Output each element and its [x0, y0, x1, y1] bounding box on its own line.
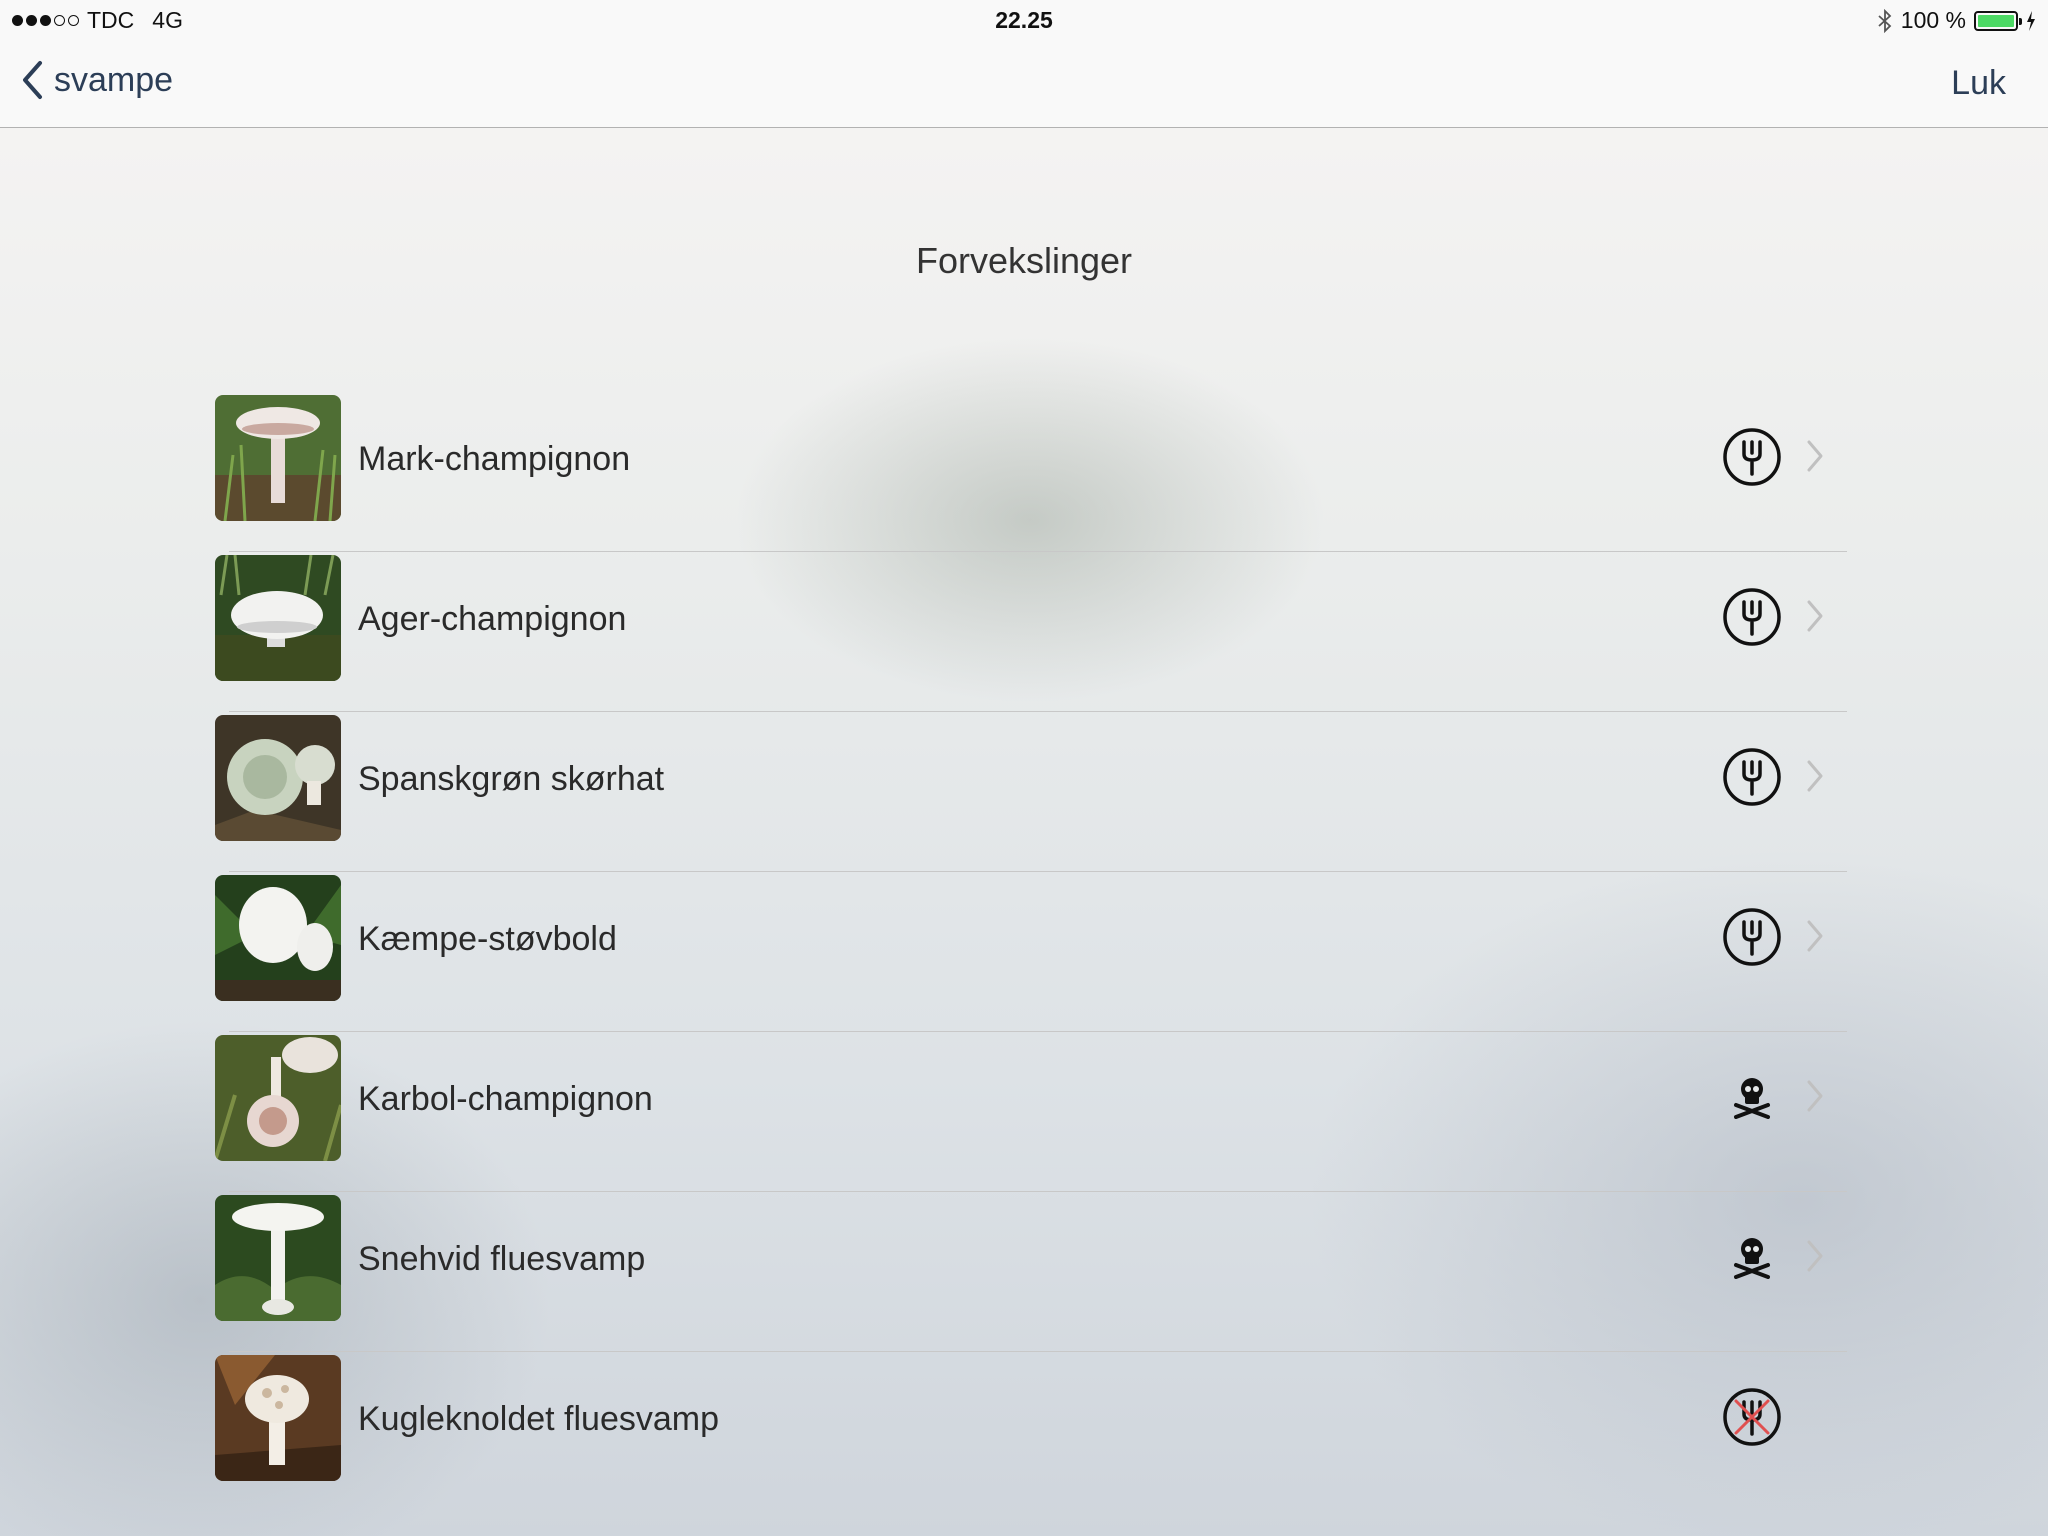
mushroom-photo [215, 875, 341, 1001]
list-item[interactable]: Kæmpe-støvbold [215, 872, 1847, 1032]
list-item[interactable]: Snehvid fluesvamp [215, 1192, 1847, 1352]
mushroom-photo [215, 1355, 341, 1481]
battery-percent: 100 % [1900, 7, 1966, 33]
list-item[interactable]: Mark-champignon [215, 392, 1847, 552]
battery-icon [1974, 10, 2022, 31]
lookalike-list: Mark-champignon Ager-champignon Spanskgr… [215, 392, 1847, 1512]
mushroom-name: Mark-champignon [358, 440, 631, 478]
chevron-right-icon [1807, 1240, 1823, 1272]
page-title: Forvekslinger [915, 240, 1133, 281]
mushroom-name: Ager-champignon [358, 600, 627, 638]
fork-icon [1721, 426, 1783, 488]
list-item[interactable]: Ager-champignon [215, 552, 1847, 712]
skull-crossbones-icon [1721, 1226, 1783, 1288]
mushroom-name: Karbol-champignon [358, 1080, 653, 1118]
mushroom-photo [215, 1035, 341, 1161]
not-edible-icon [1721, 1386, 1783, 1448]
mushroom-photo [215, 555, 341, 681]
navigation-bar: svampe Luk [0, 40, 2048, 128]
status-bar: TDC 4G 22.25 100 % [0, 0, 2048, 40]
list-item[interactable]: Spanskgrøn skørhat [215, 712, 1847, 872]
chevron-left-icon [23, 61, 42, 99]
mushroom-photo [215, 395, 341, 521]
bluetooth-icon [1878, 8, 1892, 33]
mushroom-photo [215, 1195, 341, 1321]
skull-crossbones-icon [1721, 1066, 1783, 1128]
fork-icon [1721, 746, 1783, 808]
mushroom-name: Snehvid fluesvamp [358, 1240, 646, 1278]
mushroom-name: Spanskgrøn skørhat [358, 760, 665, 798]
chevron-right-icon [1807, 760, 1823, 792]
list-item[interactable]: Kugleknoldet fluesvamp [215, 1352, 1847, 1512]
chevron-right-icon [1807, 1080, 1823, 1112]
chevron-right-icon [1807, 600, 1823, 632]
mushroom-name: Kugleknoldet fluesvamp [358, 1400, 720, 1438]
mushroom-photo [215, 715, 341, 841]
back-button[interactable]: svampe [20, 60, 173, 100]
chevron-right-icon [1807, 920, 1823, 952]
status-right: 100 % [1877, 7, 2036, 34]
close-button[interactable]: Luk [1951, 64, 2006, 103]
mushroom-name: Kæmpe-støvbold [358, 920, 617, 958]
back-button-label: svampe [54, 60, 174, 99]
fork-icon [1721, 906, 1783, 968]
chevron-right-icon [1807, 440, 1823, 472]
clock: 22.25 [995, 7, 1053, 33]
fork-icon [1721, 586, 1783, 648]
list-item[interactable]: Karbol-champignon [215, 1032, 1847, 1192]
charging-bolt-icon [2027, 10, 2035, 31]
